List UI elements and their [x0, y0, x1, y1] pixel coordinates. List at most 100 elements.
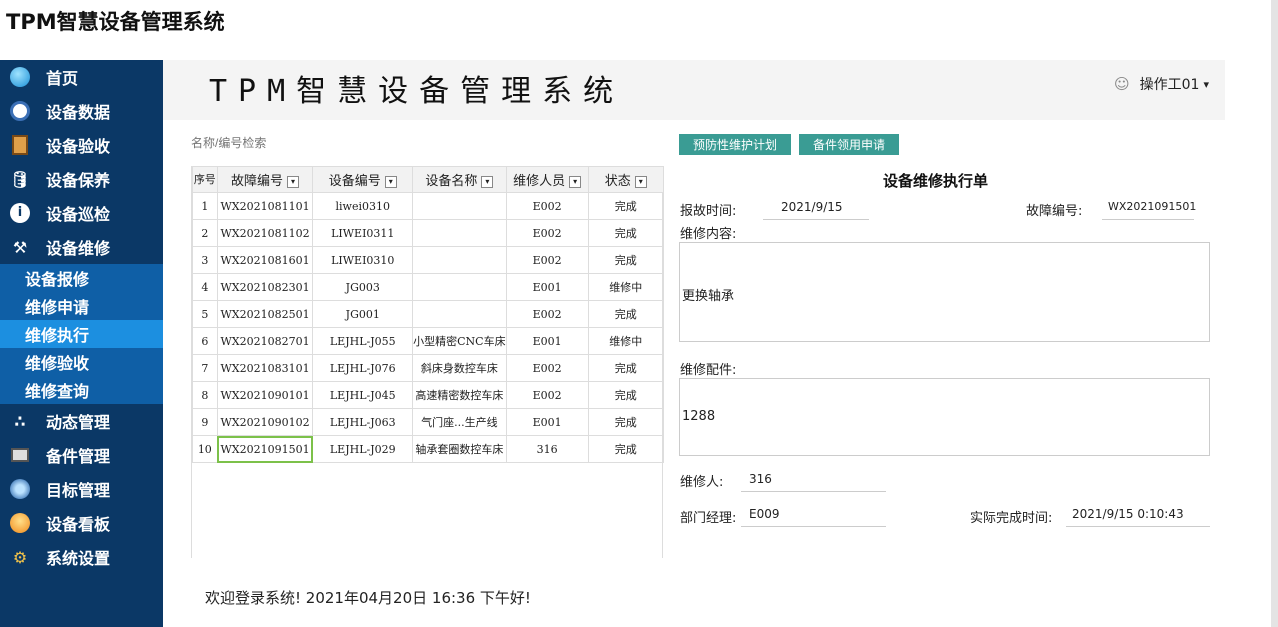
table-row[interactable]: 7 WX2021083101 LEJHL-J076 斜床身数控车床 E002 完成 — [192, 354, 665, 382]
sidebar-item-settings[interactable]: ⚙ 系统设置 — [0, 540, 163, 574]
cell: 3 — [192, 246, 218, 274]
network-icon: ∴ — [14, 411, 26, 431]
table-row[interactable]: 2 WX2021081102 LIWEI0311 E002 完成 — [192, 219, 665, 247]
fault-table: 序号 故障编号 ▾ 设备编号 ▾ 设备名称 ▾ 维修人员 ▾ 状态 ▾ 1 WX202108… — [191, 166, 665, 558]
cell: E002 — [505, 246, 589, 274]
repairer-field[interactable]: 316 — [741, 470, 886, 492]
col-header-repairer[interactable]: 维修人员 ▾ — [505, 166, 589, 193]
col-header-device-no[interactable]: 设备编号 ▾ — [312, 166, 414, 193]
filter-dropdown-icon[interactable]: ▾ — [634, 175, 647, 188]
window-scrollbar[interactable] — [1271, 0, 1278, 627]
cell: 9 — [192, 408, 218, 436]
cell: 2 — [192, 219, 218, 247]
cell[interactable]: WX2021081601 — [216, 246, 314, 274]
finish-time-field[interactable]: 2021/9/15 0:10:43 — [1066, 505, 1210, 527]
table-row[interactable]: 3 WX2021081601 LIWEI0310 E002 完成 — [192, 246, 665, 274]
report-time-field[interactable]: 2021/9/15 — [763, 198, 869, 220]
col-header-fault-no[interactable]: 故障编号 ▾ — [216, 166, 314, 193]
cell: JG003 — [312, 273, 414, 301]
cell — [412, 219, 507, 247]
parts-textarea[interactable]: 1288 — [679, 378, 1210, 456]
cell: E002 — [505, 219, 589, 247]
sidebar-item-maintenance[interactable]: 🛢 设备保养 — [0, 162, 163, 196]
manager-field[interactable]: E009 — [741, 505, 886, 527]
cell[interactable]: WX2021083101 — [216, 354, 314, 382]
table-row[interactable]: 9 WX2021090102 LEJHL-J063 气门座...生产线 E001 完成 — [192, 408, 665, 436]
cell[interactable]: WX2021090101 — [216, 381, 314, 409]
cell: E002 — [505, 192, 589, 220]
cell: 1 — [192, 192, 218, 220]
user-menu[interactable]: ☺ 操作工01 ▾ — [1114, 74, 1209, 94]
fault-no-label: 故障编号: — [1026, 204, 1083, 219]
cell[interactable]: WX2021082301 — [216, 273, 314, 301]
welcome-message: 欢迎登录系统! 2021年04月20日 16:36 下午好! — [205, 589, 531, 607]
submenu-item-query[interactable]: 维修查询 — [0, 376, 163, 404]
submenu-item-execute[interactable]: 维修执行 — [0, 320, 163, 348]
cell[interactable]: WX2021081101 — [216, 192, 314, 220]
user-icon: ☺ — [1114, 75, 1130, 93]
content-textarea[interactable]: 更换轴承 — [679, 242, 1210, 342]
monitor-icon — [9, 100, 31, 122]
sidebar-item-label: 目标管理 — [46, 481, 111, 500]
sidebar-item-spare-parts[interactable]: 备件管理 — [0, 438, 163, 472]
sidebar-item-label: 设备维修 — [46, 239, 111, 258]
sidebar-item-acceptance[interactable]: 设备验收 — [0, 128, 163, 162]
cell: JG001 — [312, 300, 414, 328]
col-header-device-name[interactable]: 设备名称 ▾ — [412, 166, 507, 193]
cell[interactable]: WX2021082701 — [216, 327, 314, 355]
cell: 气门座...生产线 — [412, 408, 507, 436]
cell — [412, 192, 507, 220]
cell[interactable]: WX2021090102 — [216, 408, 314, 436]
sidebar-item-dynamic[interactable]: ∴ 动态管理 — [0, 404, 163, 438]
user-name: 操作工01 — [1139, 77, 1200, 93]
sidebar-item-home[interactable]: 首页 — [0, 60, 163, 94]
sidebar-item-label: 设备验收 — [46, 137, 111, 156]
sidebar-item-label: 设备保养 — [46, 171, 111, 190]
cell[interactable]: WX2021081102 — [216, 219, 314, 247]
submenu-item-acceptance[interactable]: 维修验收 — [0, 348, 163, 376]
cell[interactable]: WX2021082501 — [216, 300, 314, 328]
table-row[interactable]: 1 WX2021081101 liwei0310 E002 完成 — [192, 192, 665, 220]
home-icon — [9, 66, 31, 88]
app-title: TPM智慧设备管理系统 — [6, 10, 225, 34]
sidebar-item-repair[interactable]: ⚒ 设备维修 — [0, 230, 163, 264]
sidebar-item-inspection[interactable]: i 设备巡检 — [0, 196, 163, 230]
filter-dropdown-icon[interactable]: ▾ — [384, 175, 397, 188]
cell: E001 — [505, 327, 589, 355]
search-input[interactable] — [191, 136, 331, 150]
sidebar-item-target[interactable]: 目标管理 — [0, 472, 163, 506]
fault-no-field[interactable]: WX2021091501 — [1102, 198, 1196, 220]
col-header-index[interactable]: 序号 — [192, 166, 218, 193]
filter-dropdown-icon[interactable]: ▾ — [481, 175, 494, 188]
col-header-status[interactable]: 状态 ▾ — [587, 166, 665, 193]
cell: E001 — [505, 273, 589, 301]
parts-request-button[interactable]: 备件领用申请 — [799, 134, 900, 155]
content-panel: 序号 故障编号▾ 设备编号▾ 设备名称▾ 维修人员▾ 状态▾ 1WX202108… — [163, 122, 1225, 558]
preventive-plan-button[interactable]: 预防性维护计划 — [679, 134, 792, 155]
table-row[interactable]: 10 WX2021091501 LEJHL-J029 轴承套圈数控车床 316 完成 — [192, 435, 665, 463]
selected-cell[interactable]: WX2021091501 — [216, 435, 314, 463]
cell — [412, 300, 507, 328]
header-banner: TPM智慧设备管理系统 ☺ 操作工01 ▾ — [163, 60, 1225, 120]
filter-dropdown-icon[interactable]: ▾ — [569, 175, 582, 188]
filter-dropdown-icon[interactable]: ▾ — [287, 175, 300, 188]
sidebar-item-label: 设备巡检 — [46, 205, 111, 224]
sidebar-item-board[interactable]: 设备看板 — [0, 506, 163, 540]
table-row[interactable]: 4 WX2021082301 JG003 E001 维修中 — [192, 273, 665, 301]
cell: 完成 — [587, 192, 665, 220]
sidebar-item-device-data[interactable]: 设备数据 — [0, 94, 163, 128]
target-icon — [9, 478, 31, 500]
cell: LEJHL-J045 — [312, 381, 414, 409]
sidebar-item-label: 设备数据 — [46, 103, 111, 122]
cell: 6 — [192, 327, 218, 355]
tools-icon: ⚒ — [12, 237, 28, 257]
submenu-item-report[interactable]: 设备报修 — [0, 264, 163, 292]
cell: 维修中 — [587, 273, 665, 301]
sidebar-item-label: 备件管理 — [46, 447, 111, 466]
cell: 5 — [192, 300, 218, 328]
table-row[interactable]: 6 WX2021082701 LEJHL-J055 小型精密CNC车床 E001 维修中 — [192, 327, 665, 355]
submenu-item-request[interactable]: 维修申请 — [0, 292, 163, 320]
table-row[interactable]: 8 WX2021090101 LEJHL-J045 高速精密数控车床 E002 完成 — [192, 381, 665, 409]
header-label: 故障编号 — [231, 174, 284, 189]
table-row[interactable]: 5 WX2021082501 JG001 E002 完成 — [192, 300, 665, 328]
